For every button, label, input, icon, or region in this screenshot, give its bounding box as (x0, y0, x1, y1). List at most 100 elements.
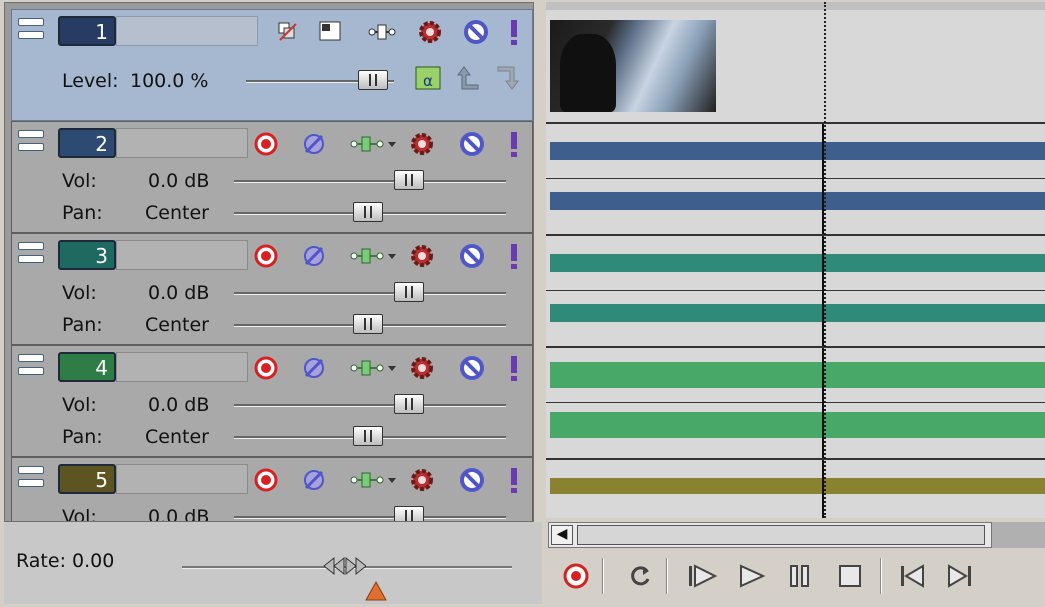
fx-icon[interactable] (408, 130, 436, 158)
record-arm-icon[interactable] (252, 130, 280, 158)
audio-lane[interactable] (546, 122, 1045, 236)
record-arm-icon[interactable] (252, 354, 280, 382)
track-number-badge[interactable]: 1 (58, 16, 116, 46)
insert-fx-icon[interactable] (350, 466, 398, 494)
level-slider-thumb[interactable] (358, 70, 388, 90)
solo-icon[interactable] (500, 242, 528, 270)
track-name-field[interactable] (116, 464, 248, 494)
mute-icon[interactable] (458, 466, 486, 494)
video-lane[interactable] (546, 10, 1045, 124)
waveform-channel-left[interactable] (550, 478, 1045, 494)
volume-slider-track[interactable] (234, 516, 506, 519)
waveform-channel-left[interactable] (550, 142, 1045, 160)
volume-slider-thumb[interactable] (394, 506, 424, 521)
track-number-badge[interactable]: 2 (58, 128, 116, 158)
track-number-badge[interactable]: 4 (58, 352, 116, 382)
video-track-header[interactable]: 1 Level: 100.0 % α (11, 9, 533, 121)
transport-divider (666, 558, 668, 594)
track-name-field[interactable] (116, 16, 258, 46)
insert-fx-icon[interactable] (350, 242, 398, 270)
audio-track-header[interactable]: 5 Vol: 0.0 dB (11, 457, 533, 521)
volume-slider-thumb[interactable] (394, 170, 424, 190)
record-icon[interactable] (560, 560, 592, 592)
insert-fx-icon[interactable] (350, 130, 398, 158)
move-up-icon[interactable] (454, 64, 482, 92)
channel-divider (546, 290, 1045, 291)
stop-icon[interactable] (834, 560, 866, 592)
pan-value: Center (145, 202, 209, 224)
scrollbar-thumb[interactable] (577, 525, 985, 545)
solo-icon[interactable] (500, 466, 528, 494)
mute-icon[interactable] (462, 18, 490, 46)
invert-phase-icon[interactable] (300, 466, 328, 494)
scroll-left-icon[interactable]: ◀ (551, 525, 573, 545)
track-grip-icon[interactable] (18, 354, 44, 382)
audio-track-header[interactable]: 4 Vol: 0.0 dB Pan: Center (11, 345, 533, 457)
invert-phase-icon[interactable] (300, 130, 328, 158)
pan-slider-thumb[interactable] (353, 314, 383, 334)
solo-icon[interactable] (500, 354, 528, 382)
track-number: 2 (95, 132, 108, 156)
volume-slider-track[interactable] (234, 292, 506, 295)
play-from-start-icon[interactable] (686, 560, 718, 592)
compositing-icon[interactable] (274, 18, 302, 46)
record-arm-icon[interactable] (252, 242, 280, 270)
record-arm-icon[interactable] (252, 466, 280, 494)
waveform-channel-left[interactable] (550, 254, 1045, 272)
volume-slider-track[interactable] (234, 180, 506, 183)
loop-icon[interactable] (624, 560, 656, 592)
audio-track-header[interactable]: 3 Vol: 0.0 dB Pan: Center (11, 233, 533, 345)
volume-slider-thumb[interactable] (394, 282, 424, 302)
solo-icon[interactable] (500, 130, 528, 158)
mute-icon[interactable] (458, 354, 486, 382)
fx-icon[interactable] (408, 354, 436, 382)
fx-icon[interactable] (416, 18, 444, 46)
invert-phase-icon[interactable] (300, 354, 328, 382)
track-number-badge[interactable]: 3 (58, 240, 116, 270)
playback-cursor[interactable] (824, 2, 826, 518)
solo-icon[interactable] (500, 18, 528, 46)
waveform-channel-left[interactable] (550, 362, 1045, 388)
video-event-thumbnail[interactable] (550, 20, 716, 112)
level-value: 100.0 % (130, 70, 209, 92)
track-name-field[interactable] (116, 128, 248, 158)
track-number-badge[interactable]: 5 (58, 464, 116, 494)
volume-slider-track[interactable] (234, 404, 506, 407)
pause-icon[interactable] (784, 560, 816, 592)
motion-icon[interactable] (368, 18, 396, 46)
waveform-channel-right[interactable] (550, 304, 1045, 322)
timeline[interactable] (546, 2, 1045, 518)
pan-slider-thumb[interactable] (353, 202, 383, 222)
pan-slider-thumb[interactable] (353, 426, 383, 446)
play-icon[interactable] (736, 560, 768, 592)
track-grip-icon[interactable] (18, 130, 44, 158)
audio-track-header[interactable]: 2 Vol: 0.0 dB Pan: Center (11, 121, 533, 233)
track-grip-icon[interactable] (18, 466, 44, 494)
mute-icon[interactable] (458, 130, 486, 158)
go-to-start-icon[interactable] (896, 560, 928, 592)
volume-slider-thumb[interactable] (394, 394, 424, 414)
zoom-area[interactable] (992, 522, 1045, 548)
timeline-scrollbar[interactable]: ◀ (548, 522, 992, 548)
rate-marker-icon[interactable] (364, 580, 388, 607)
track-grip-icon[interactable] (18, 242, 44, 270)
go-to-end-icon[interactable] (944, 560, 976, 592)
waveform-channel-right[interactable] (550, 192, 1045, 210)
parent-child-icon[interactable] (316, 18, 344, 46)
move-down-icon[interactable] (494, 64, 522, 92)
audio-lane[interactable] (546, 346, 1045, 460)
waveform-channel-right[interactable] (550, 412, 1045, 438)
rate-slider-thumb[interactable] (322, 554, 367, 578)
track-name-field[interactable] (116, 240, 248, 270)
mute-icon[interactable] (458, 242, 486, 270)
channel-divider (546, 402, 1045, 403)
audio-lane[interactable] (546, 458, 1045, 518)
audio-lane[interactable] (546, 234, 1045, 348)
track-name-field[interactable] (116, 352, 248, 382)
fx-icon[interactable] (408, 466, 436, 494)
track-grip-icon[interactable] (18, 18, 44, 46)
insert-fx-icon[interactable] (350, 354, 398, 382)
invert-phase-icon[interactable] (300, 242, 328, 270)
mask-icon[interactable]: α (414, 64, 442, 92)
fx-icon[interactable] (408, 242, 436, 270)
